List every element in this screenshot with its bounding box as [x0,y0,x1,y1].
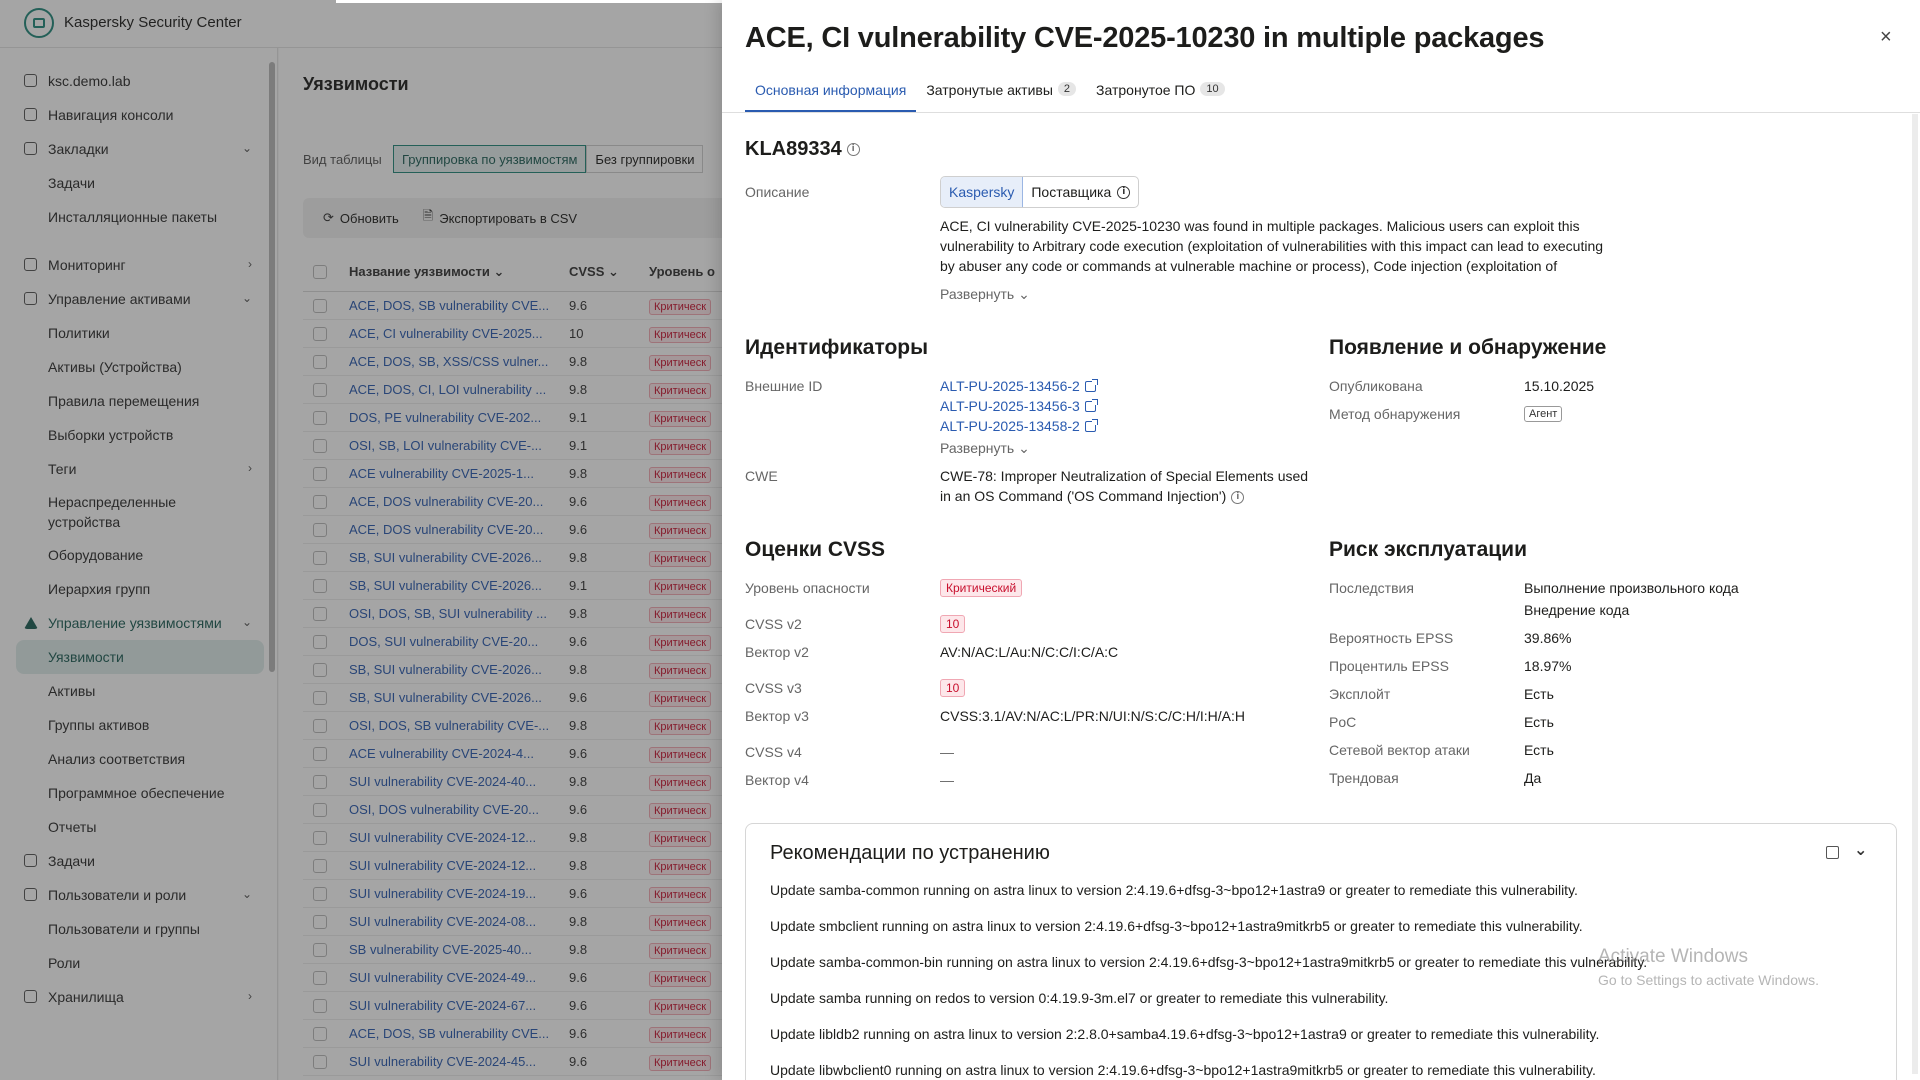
activation-watermark-subtitle: Go to Settings to activate Windows. [1598,972,1819,988]
vector-v3-label: Вектор v3 [745,708,809,724]
tab-affected-assets[interactable]: Затронутые активы 2 [916,76,1086,112]
source-vendor-label: Поставщика [1031,184,1112,200]
detection-method-label: Метод обнаружения [1329,406,1461,422]
drawer-scrollbar[interactable] [1912,114,1918,1074]
vector-v2-value: AV:N/AC:L/Au:N/C:C/I:C/A:C [940,644,1119,660]
cvss-v2-score: 10 [940,615,966,633]
info-icon[interactable]: i [846,143,860,157]
cvss-v4-label: CVSS v4 [745,744,802,760]
external-id-text: ALT-PU-2025-13456-3 [940,398,1080,414]
copy-icon[interactable] [1826,846,1839,859]
source-vendor-button[interactable]: Поставщика i [1023,177,1138,207]
exploit-value: Есть [1524,686,1554,702]
source-kaspersky-button[interactable]: Kaspersky [941,177,1024,207]
vector-v2-label: Вектор v2 [745,644,809,660]
remediation-heading: Рекомендации по устранению [770,842,1050,864]
network-vector-label: Сетевой вектор атаки [1329,742,1470,758]
description-label: Описание [745,184,810,200]
expand-description-button[interactable]: Развернуть ⌄ [940,286,1030,303]
chevron-down-icon[interactable]: ⌄ [1854,840,1867,860]
tab-main-info[interactable]: Основная информация [745,76,917,112]
info-icon: i [1117,185,1131,199]
consequences-label: Последствия [1329,580,1414,596]
identifiers-heading: Идентификаторы [745,336,929,359]
discovery-heading: Появление и обнаружение [1329,336,1607,359]
vector-v3-value: CVSS:3.1/AV:N/AC:L/PR:N/UI:N/S:C/C:H/I:H… [940,708,1245,724]
external-link-icon [1084,419,1098,432]
epss-probability-label: Вероятность EPSS [1329,630,1454,646]
cvss-heading: Оценки CVSS [745,538,886,561]
tab-affected-assets-label: Затронутые активы [926,82,1053,98]
vulnerability-details-drawer: ACE, CI vulnerability CVE-2025-10230 in … [722,0,1920,1080]
consequence-item: Выполнение произвольного кода [1524,580,1739,596]
description-text: ACE, CI vulnerability CVE-2025-10230 was… [940,216,1610,276]
external-link-icon [1084,379,1098,392]
exploit-label: Эксплойт [1329,686,1391,702]
chevron-down-icon: ⌄ [1018,440,1030,456]
tab-affected-software-label: Затронутое ПО [1096,82,1196,98]
trending-value: Да [1524,770,1542,786]
chevron-down-icon: ⌄ [1018,286,1030,302]
activation-watermark-title: Activate Windows [1598,946,1748,967]
epss-percentile-label: Процентиль EPSS [1329,658,1449,674]
description-source-switch: Kaspersky Поставщика i [940,176,1140,208]
cvss-v3-score: 10 [940,679,966,697]
affected-software-count: 10 [1200,82,1225,96]
external-id-text: ALT-PU-2025-13456-2 [940,378,1080,394]
remediation-line: Update smbclient running on astra linux … [770,918,1583,934]
vector-v4-value: — [940,772,954,788]
cwe-line-2: in an OS Command ('OS Command Injection'… [940,488,1245,504]
drawer-title: ACE, CI vulnerability CVE-2025-10230 in … [745,22,1545,54]
remediation-line: Update samba-common running on astra lin… [770,882,1578,898]
network-vector-value: Есть [1524,742,1554,758]
poc-label: PoC [1329,714,1357,730]
close-icon[interactable]: × [1880,26,1892,49]
affected-assets-count: 2 [1057,82,1077,96]
remediation-line: Update samba running on redos to version… [770,990,1389,1006]
drawer-tabs: Основная информация Затронутые активы 2 … [745,76,1920,112]
external-id-link[interactable]: ALT-PU-2025-13458-2 [940,418,1098,434]
info-icon[interactable]: i [1231,490,1245,504]
severity-label: Уровень опасности [745,580,870,596]
expand-label: Развернуть [940,286,1015,302]
trending-label: Трендовая [1329,770,1399,786]
published-label: Опубликована [1329,378,1423,394]
cvss-v4-value: — [940,744,954,760]
tab-main-info-label: Основная информация [755,82,907,98]
description-line: by abuser any code or commands at vulner… [940,258,1558,274]
vector-v4-label: Вектор v4 [745,772,809,788]
cwe-line: in an OS Command ('OS Command Injection'… [940,488,1227,504]
external-id-link[interactable]: ALT-PU-2025-13456-2 [940,378,1098,394]
external-id-text: ALT-PU-2025-13458-2 [940,418,1080,434]
description-line: ACE, CI vulnerability CVE-2025-10230 was… [940,218,1580,234]
tabs-divider [722,112,1920,113]
severity-badge: Критический [940,579,1023,597]
cwe-label: CWE [745,468,778,484]
external-id-link[interactable]: ALT-PU-2025-13456-3 [940,398,1098,414]
expand-ids-button[interactable]: Развернуть ⌄ [940,440,1030,457]
published-date: 15.10.2025 [1524,378,1595,394]
detection-method-badge: Агент [1524,406,1563,422]
cwe-line: CWE-78: Improper Neutralization of Speci… [940,468,1309,484]
description-line: vulnerability to Arbitrary code executio… [940,238,1604,254]
expand-label: Развернуть [940,440,1015,456]
poc-value: Есть [1524,714,1554,730]
tab-affected-software[interactable]: Затронутое ПО 10 [1086,76,1235,112]
remediation-line: Update samba-common-bin running on astra… [770,954,1648,970]
modal-overlay[interactable] [0,0,722,1080]
kla-id: KLA89334 i [745,138,860,161]
remediation-line: Update libwbclient0 running on astra lin… [770,1062,1596,1078]
risk-heading: Риск эксплуатации [1329,538,1527,561]
external-link-icon [1084,399,1098,412]
epss-percentile-value: 18.97% [1524,658,1572,674]
kla-id-value: KLA89334 [745,138,842,160]
cvss-v2-label: CVSS v2 [745,616,802,632]
cvss-v3-label: CVSS v3 [745,680,802,696]
remediation-line: Update libldb2 running on astra linux to… [770,1026,1600,1042]
external-ids-label: Внешние ID [745,378,823,394]
epss-probability-value: 39.86% [1524,630,1572,646]
consequence-item: Внедрение кода [1524,602,1630,618]
